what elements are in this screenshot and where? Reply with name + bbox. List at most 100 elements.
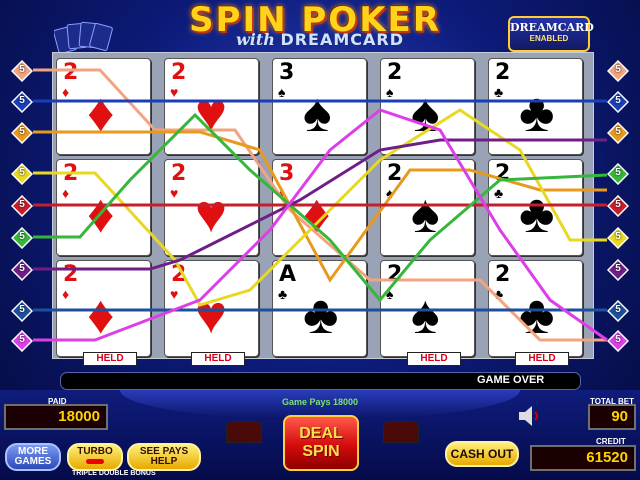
card-suit-small: ♠	[386, 286, 394, 302]
payline-marker[interactable]: 5	[11, 330, 33, 352]
card-suit-small: ♦	[62, 185, 70, 201]
card-suit-small: ♦	[62, 84, 70, 100]
payline-marker[interactable]: 5	[607, 122, 629, 144]
payline-number: 5	[615, 126, 621, 137]
playing-card[interactable]: 2 ♣ ♣	[488, 58, 583, 155]
payline-marker[interactable]: 5	[11, 227, 33, 249]
game-pays-text: Game Pays 18000	[281, 397, 359, 407]
card-rank: 2	[171, 60, 187, 85]
card-suit-small: ♣	[278, 286, 288, 302]
payline-number: 5	[19, 199, 25, 210]
playing-card[interactable]: 3 ♦ ♦	[272, 159, 367, 256]
card-suit-small: ♦	[278, 185, 286, 201]
payline-number: 5	[19, 263, 25, 274]
card-suit-large: ♣	[519, 83, 555, 143]
card-suit-large: ♥	[195, 285, 228, 345]
payline-number: 5	[19, 126, 25, 137]
payline-number: 5	[615, 199, 621, 210]
payline-marker[interactable]: 5	[11, 259, 33, 281]
held-label: HELD	[191, 352, 245, 366]
see-pays-button[interactable]: SEE PAYS HELP	[127, 443, 201, 471]
payline-number: 5	[19, 334, 25, 345]
payline-marker[interactable]: 5	[607, 60, 629, 82]
playing-card[interactable]: 2 ♦ ♦	[56, 260, 151, 357]
status-bar: GAME OVER	[60, 372, 581, 390]
turbo-indicator	[86, 459, 104, 464]
card-rank: 2	[387, 60, 403, 85]
card-suit-large: ♣	[519, 184, 555, 244]
playing-card[interactable]: 2 ♣ ♣	[488, 260, 583, 357]
card-suit-large: ♦	[87, 285, 115, 345]
title-area: SPIN POKER with DREAMCARD DREAMCARD ENAB…	[0, 0, 640, 55]
payline-marker[interactable]: 5	[607, 163, 629, 185]
more-games-button[interactable]: MORE GAMES	[5, 443, 61, 471]
payline-marker[interactable]: 5	[607, 330, 629, 352]
card-suit-large: ♥	[195, 184, 228, 244]
held-label: HELD	[407, 352, 461, 366]
card-suit-large: ♣	[519, 285, 555, 345]
total-bet-meter: 90	[588, 404, 636, 430]
payline-marker[interactable]: 5	[11, 91, 33, 113]
payline-marker[interactable]: 5	[607, 227, 629, 249]
turbo-button[interactable]: TURBO	[67, 443, 123, 471]
card-rank: 3	[279, 161, 295, 186]
payline-number: 5	[615, 263, 621, 274]
dreamcard-badge: DREAMCARD ENABLED	[508, 16, 594, 52]
card-rank: A	[279, 262, 297, 287]
card-suit-large: ♠	[303, 83, 332, 143]
card-suit-small: ♣	[494, 185, 504, 201]
payline-number: 5	[615, 304, 621, 315]
payline-marker[interactable]: 5	[11, 300, 33, 322]
card-rank: 2	[387, 262, 403, 287]
card-grid: 2 ♦ ♦ 2 ♥ ♥ 3 ♠ ♠ 2 ♠ ♠ 2 ♣ ♣ 2 ♦ ♦ 2 ♥ ♥ 3 ♦ ♦ 2 ♠ ♠ 2 ♣ ♣ 2 ♦ ♦ 2 ♥ ♥ A ♣ ♣ 2…	[52, 52, 594, 359]
card-suit-small: ♥	[170, 286, 179, 302]
panel-tab-left	[226, 421, 262, 443]
card-rank: 2	[495, 60, 511, 85]
credit-meter: 61520	[530, 445, 636, 471]
card-rank: 2	[63, 262, 79, 287]
payline-marker[interactable]: 5	[607, 259, 629, 281]
speaker-icon[interactable]	[515, 404, 543, 428]
card-rank: 3	[279, 60, 295, 85]
card-suit-small: ♠	[386, 185, 394, 201]
subtitle-with: with	[235, 30, 275, 49]
card-suit-small: ♣	[494, 286, 504, 302]
payline-marker[interactable]: 5	[607, 91, 629, 113]
payline-number: 5	[615, 95, 621, 106]
more-games-line2: GAMES	[14, 456, 52, 467]
playing-card[interactable]: 2 ♥ ♥	[164, 260, 259, 357]
payline-marker[interactable]: 5	[11, 163, 33, 185]
turbo-label: TURBO	[77, 446, 113, 457]
card-rank: 2	[495, 262, 511, 287]
payline-marker[interactable]: 5	[11, 195, 33, 217]
card-suit-large: ♣	[303, 285, 339, 345]
payline-number: 5	[19, 95, 25, 106]
playing-card[interactable]: 2 ♠ ♠	[380, 58, 475, 155]
playing-card[interactable]: 2 ♠ ♠	[380, 159, 475, 256]
payline-number: 5	[615, 64, 621, 75]
payline-marker[interactable]: 5	[607, 195, 629, 217]
card-suit-small: ♠	[386, 84, 394, 100]
card-rank: 2	[171, 262, 187, 287]
payline-marker[interactable]: 5	[11, 60, 33, 82]
playing-card[interactable]: 3 ♠ ♠	[272, 58, 367, 155]
playing-card[interactable]: 2 ♣ ♣	[488, 159, 583, 256]
game-name: TRIPLE DOUBLE BONUS	[72, 470, 156, 477]
status-text: GAME OVER	[477, 374, 545, 386]
playing-card[interactable]: 2 ♠ ♠	[380, 260, 475, 357]
playing-card[interactable]: 2 ♥ ♥	[164, 159, 259, 256]
card-suit-small: ♦	[62, 286, 70, 302]
deal-spin-button[interactable]: DEAL SPIN	[283, 415, 359, 471]
deal-label: DEAL	[299, 425, 343, 442]
playing-card[interactable]: 2 ♦ ♦	[56, 159, 151, 256]
cash-out-button[interactable]: CASH OUT	[445, 441, 519, 467]
card-rank: 2	[63, 60, 79, 85]
subtitle-brand: DREAMCARD	[280, 30, 404, 49]
playing-card[interactable]: 2 ♥ ♥	[164, 58, 259, 155]
badge-line2: ENABLED	[529, 34, 569, 43]
playing-card[interactable]: A ♣ ♣	[272, 260, 367, 357]
payline-marker[interactable]: 5	[11, 122, 33, 144]
playing-card[interactable]: 2 ♦ ♦	[56, 58, 151, 155]
payline-marker[interactable]: 5	[607, 300, 629, 322]
payline-number: 5	[19, 64, 25, 75]
